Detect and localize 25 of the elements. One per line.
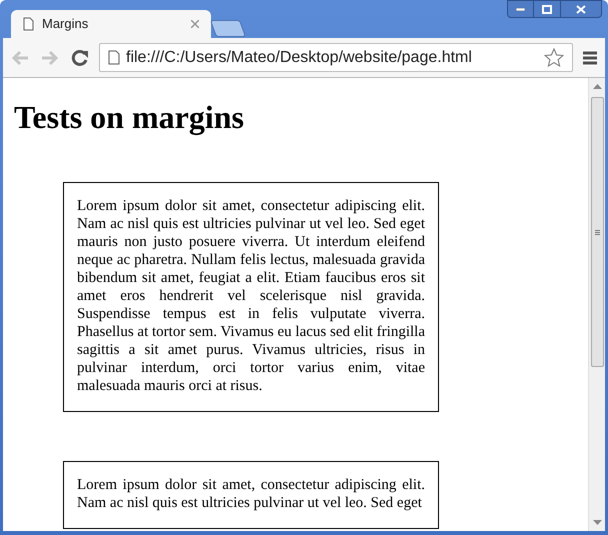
page-icon bbox=[108, 50, 120, 65]
page-icon bbox=[23, 17, 34, 31]
menu-icon[interactable] bbox=[583, 50, 597, 64]
address-bar[interactable]: file:///C:/Users/Mateo/Desktop/website/page.html bbox=[99, 43, 573, 72]
paragraph: Lorem ipsum dolor sit amet, consectetur adipiscing elit. Nam ac nisl quis est ultricies pulvinar ut vel leo. Sed eget bbox=[77, 476, 425, 512]
maximize-icon bbox=[542, 4, 552, 14]
minimize-icon bbox=[516, 8, 525, 10]
close-tab-icon[interactable] bbox=[191, 20, 199, 28]
paragraph: Lorem ipsum dolor sit amet, consectetur adipiscing elit. Nam ac nisl quis est ultricies pulvinar ut vel leo. Sed eget mauris non justo posuere viverra. Ut interdum eleifend neque ac pharetra. Nullam felis lectus, malesuada gravida bibendum sit amet, feugiat a elit. Etiam faucibus eros sit amet eros hendrerit vel scelerisque nisl gravida. Suspendisse tempus est in felis vulputate viverra. Phasellus at tortor sem. Vivamus eu lacus sed elit fringilla sagittis a sit amet purus. Vivamus ultricies, risus in pulvinar interdum, orci tortor varius enim, vitae malesuada mauris orci at risus. bbox=[77, 197, 425, 395]
maximize-button[interactable] bbox=[534, 0, 560, 18]
star-icon[interactable] bbox=[544, 48, 564, 67]
minimize-button[interactable] bbox=[507, 0, 534, 18]
new-tab-button[interactable] bbox=[210, 20, 246, 37]
url-text: file:///C:/Users/Mateo/Desktop/website/page.html bbox=[126, 48, 473, 68]
page-heading: Tests on margins bbox=[14, 98, 245, 136]
scrollbar-thumb[interactable] bbox=[590, 97, 604, 367]
scroll-up-icon[interactable] bbox=[592, 84, 602, 89]
browser-tab[interactable]: Margins bbox=[11, 10, 211, 38]
scrollbar[interactable] bbox=[588, 78, 605, 531]
close-icon bbox=[576, 4, 586, 14]
grip-icon bbox=[594, 230, 600, 234]
tab-title: Margins bbox=[42, 15, 90, 34]
close-button[interactable] bbox=[560, 0, 602, 18]
reload-icon[interactable] bbox=[71, 48, 89, 66]
scroll-down-icon[interactable] bbox=[592, 520, 602, 525]
